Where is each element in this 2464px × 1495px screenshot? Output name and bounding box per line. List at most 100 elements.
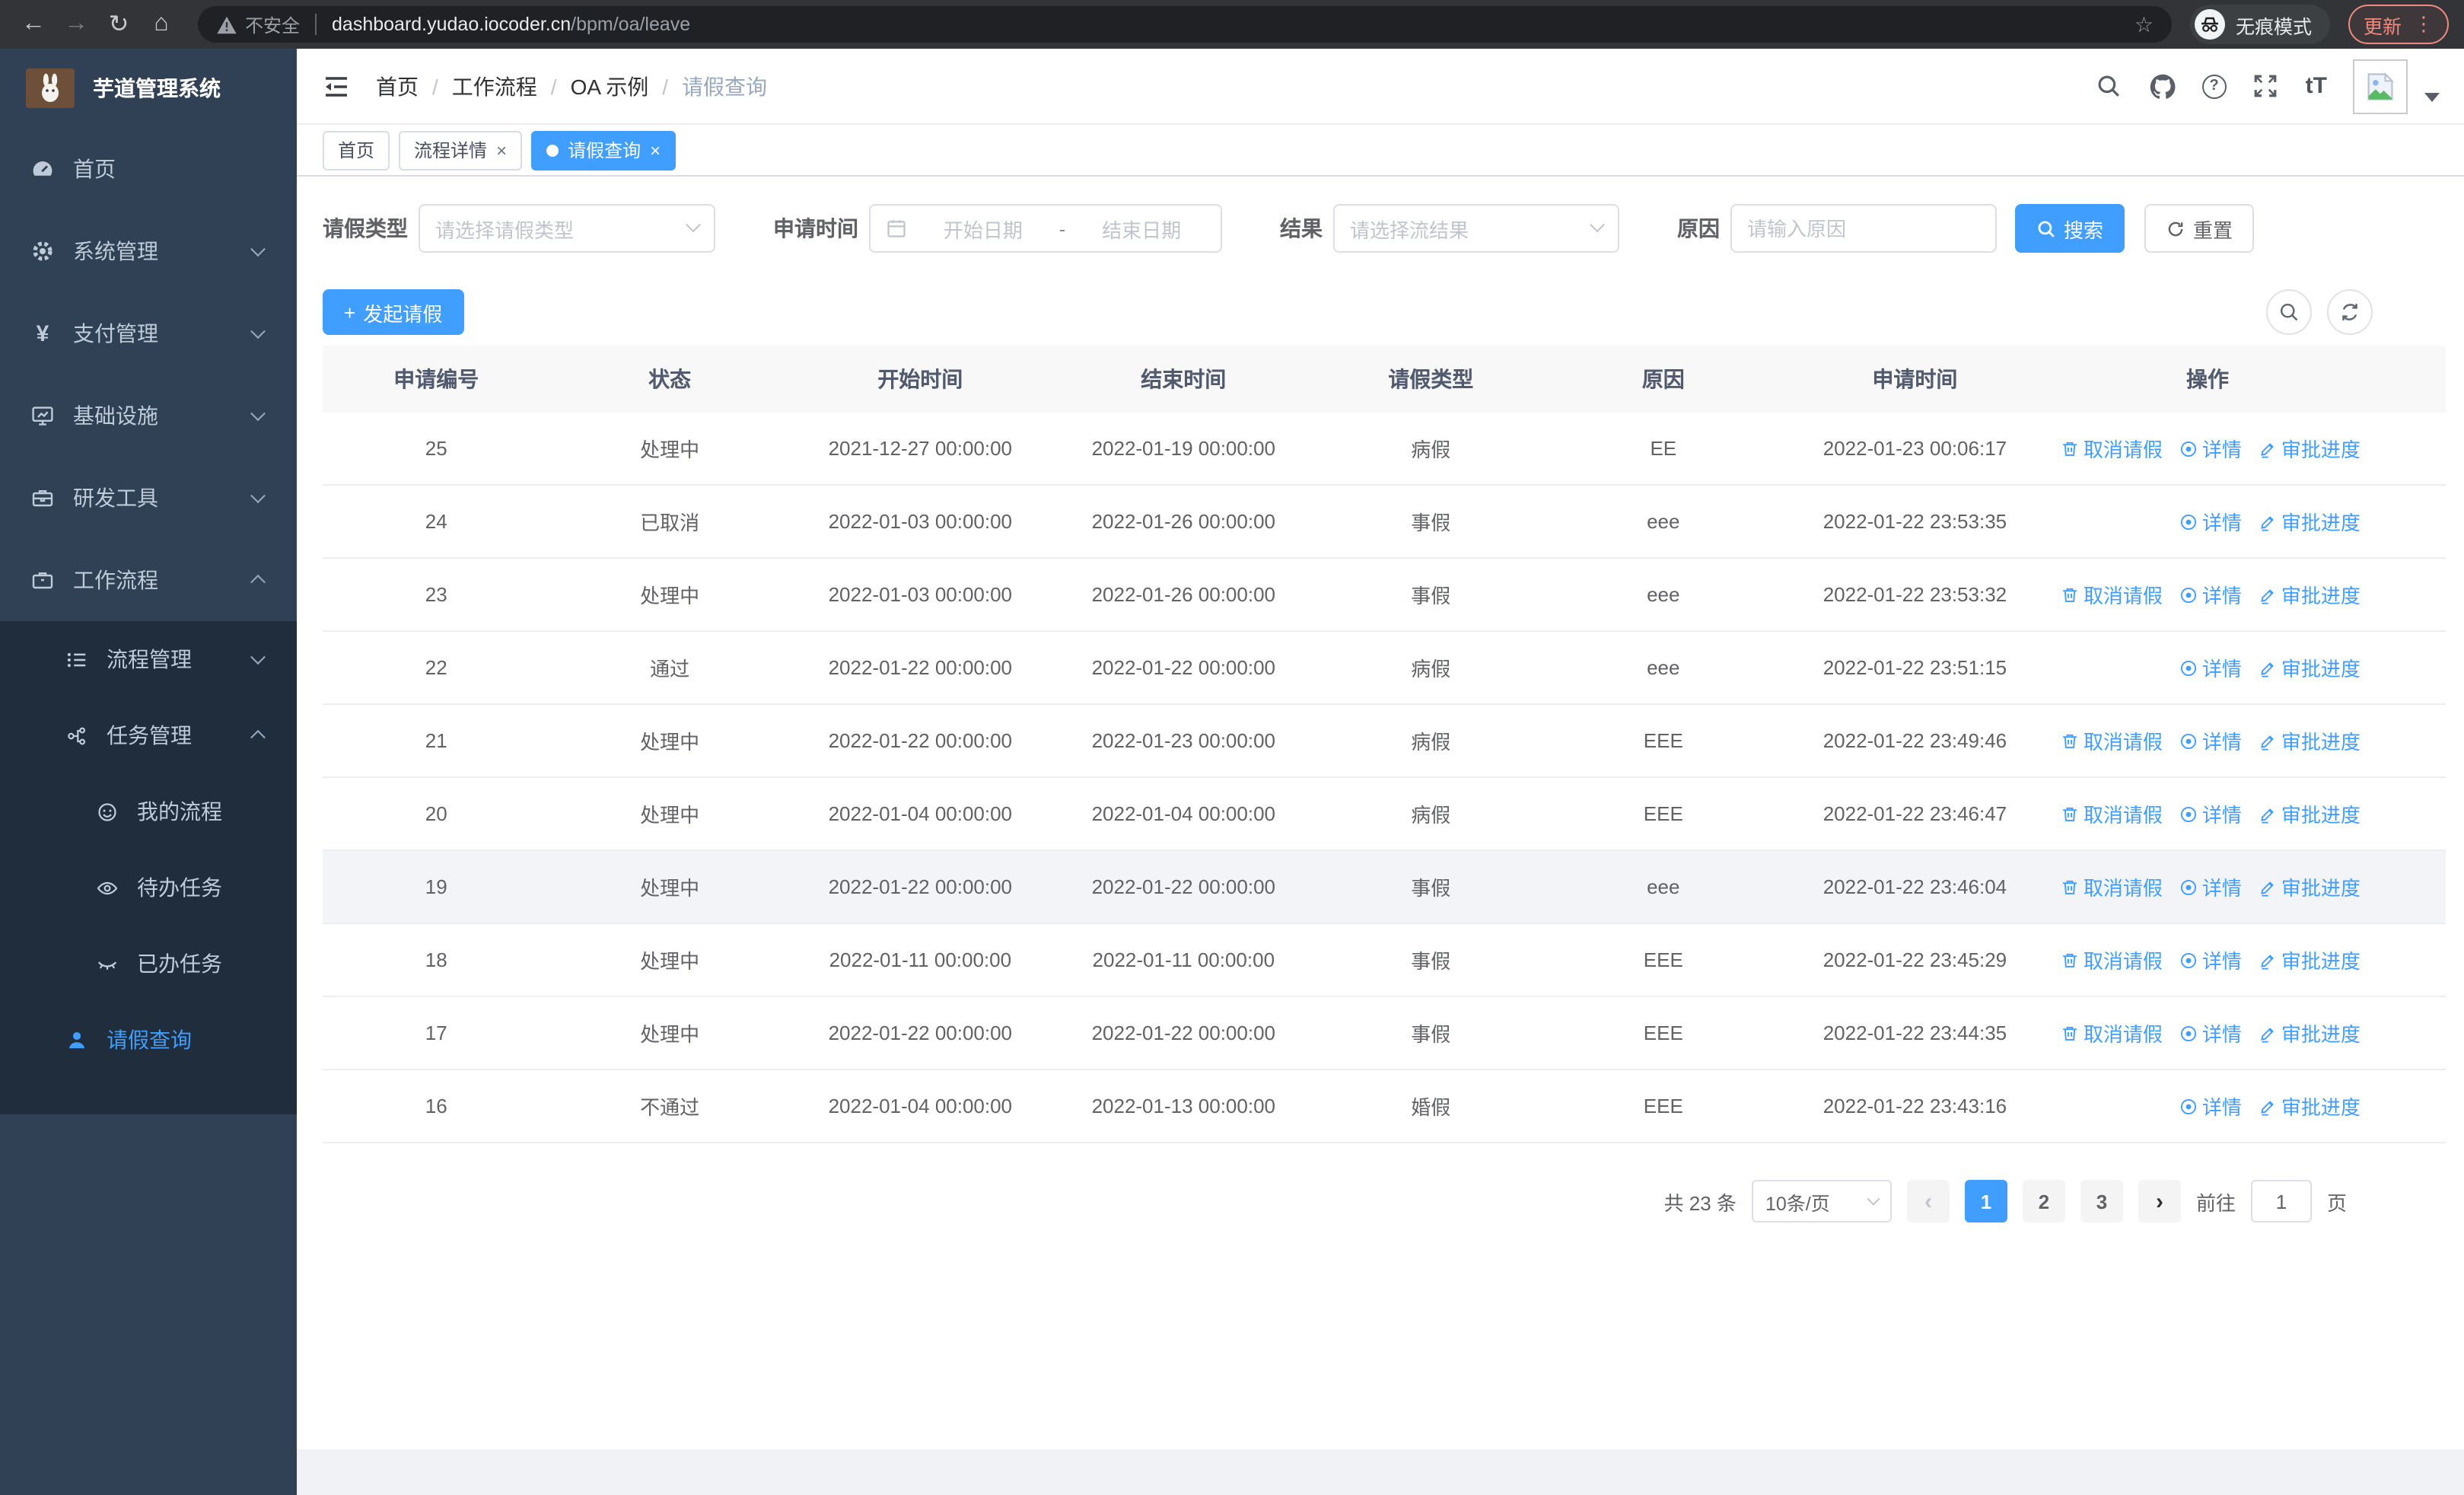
sidebar-item-devtools[interactable]: 研发工具 xyxy=(0,457,297,539)
next-page-button[interactable]: › xyxy=(2138,1180,2181,1222)
cancel-leave-link[interactable]: 取消请假 xyxy=(2061,580,2163,609)
table-row[interactable]: 17 处理中 2022-01-22 00:00:00 2022-01-22 00… xyxy=(323,997,2446,1070)
collapse-sidebar-icon[interactable] xyxy=(321,71,352,101)
cancel-leave-link[interactable]: 取消请假 xyxy=(2061,434,2163,463)
table-row[interactable]: 20 处理中 2022-01-04 00:00:00 2022-01-04 00… xyxy=(323,778,2446,851)
github-icon[interactable] xyxy=(2149,72,2176,100)
sidebar-item-my-process[interactable]: 我的流程 xyxy=(0,773,297,850)
goto-page-input[interactable] xyxy=(2250,1180,2312,1222)
detail-link[interactable]: 详情 xyxy=(2179,580,2242,609)
table-row[interactable]: 18 处理中 2022-01-11 00:00:00 2022-01-11 00… xyxy=(323,924,2446,997)
page-button-3[interactable]: 3 xyxy=(2080,1180,2123,1222)
leave-type-select[interactable]: 请选择请假类型 xyxy=(419,204,715,253)
breadcrumb-workflow[interactable]: 工作流程 xyxy=(452,71,537,101)
sidebar-item-task-mgmt[interactable]: 任务管理 xyxy=(0,697,297,773)
sidebar-item-home[interactable]: 首页 xyxy=(0,128,297,210)
bookmark-star-icon[interactable]: ☆ xyxy=(2135,11,2154,37)
approval-progress-link[interactable]: 审批进度 xyxy=(2259,434,2361,463)
detail-link[interactable]: 详情 xyxy=(2179,726,2242,755)
approval-progress-link[interactable]: 审批进度 xyxy=(2259,1092,2361,1120)
browser-menu-icon[interactable]: ⋮ xyxy=(2414,12,2434,37)
detail-link[interactable]: 详情 xyxy=(2179,653,2242,682)
back-icon[interactable]: ← xyxy=(15,6,52,43)
reset-button[interactable]: 重置 xyxy=(2144,204,2255,253)
help-icon[interactable]: ? xyxy=(2201,74,2227,98)
cancel-leave-link[interactable]: 取消请假 xyxy=(2061,726,2163,755)
tab-leave-query[interactable]: 请假查询 × xyxy=(531,130,676,170)
approval-progress-link[interactable]: 审批进度 xyxy=(2259,580,2361,609)
avatar-caret-icon[interactable] xyxy=(2424,92,2440,101)
search-button[interactable]: 搜索 xyxy=(2015,204,2125,253)
sidebar-item-workflow[interactable]: 工作流程 xyxy=(0,539,297,621)
detail-eye-icon xyxy=(2180,513,2196,530)
prev-page-button[interactable]: ‹ xyxy=(1906,1180,1950,1222)
sidebar-item-todo-tasks[interactable]: 待办任务 xyxy=(0,850,297,926)
sidebar-item-payment[interactable]: ¥ 支付管理 xyxy=(0,292,297,375)
approval-progress-link[interactable]: 审批进度 xyxy=(2259,799,2361,828)
result-select[interactable]: 请选择流结果 xyxy=(1333,204,1619,253)
home-icon[interactable]: ⌂ xyxy=(143,6,180,43)
page-button-1[interactable]: 1 xyxy=(1964,1180,2007,1222)
reason-input[interactable] xyxy=(1730,204,1997,253)
address-bar[interactable]: 不安全 dashboard.yudao.iocoder.cn/bpm/oa/le… xyxy=(198,6,2172,43)
page-button-2[interactable]: 2 xyxy=(2022,1180,2065,1222)
show-search-button[interactable] xyxy=(2266,289,2312,335)
tab-process-detail[interactable]: 流程详情 × xyxy=(399,130,523,170)
detail-link[interactable]: 详情 xyxy=(2179,872,2242,901)
font-size-icon[interactable]: tT xyxy=(2306,73,2327,99)
create-leave-button[interactable]: + 发起请假 xyxy=(323,289,464,335)
cancel-leave-link[interactable]: 取消请假 xyxy=(2061,799,2163,828)
detail-link[interactable]: 详情 xyxy=(2179,434,2242,463)
sidebar-item-label: 待办任务 xyxy=(137,875,222,900)
breadcrumb-home[interactable]: 首页 xyxy=(376,71,419,101)
app-logo-row[interactable]: 芋道管理系统 xyxy=(0,49,297,128)
approval-progress-link[interactable]: 审批进度 xyxy=(2259,726,2361,755)
cell-actions: 取消请假 详情 审批进度 xyxy=(2049,726,2446,755)
table-row[interactable]: 21 处理中 2022-01-22 00:00:00 2022-01-23 00… xyxy=(323,705,2446,778)
sidebar-item-leave-query[interactable]: 请假查询 xyxy=(0,1002,297,1078)
toolbox-icon xyxy=(30,486,55,510)
detail-link[interactable]: 详情 xyxy=(2179,507,2242,536)
pen-icon xyxy=(2261,954,2274,969)
avatar[interactable] xyxy=(2353,59,2408,113)
close-icon[interactable]: × xyxy=(650,139,661,161)
detail-link[interactable]: 详情 xyxy=(2179,1092,2242,1120)
table-row[interactable]: 19 处理中 2022-01-22 00:00:00 2022-01-22 00… xyxy=(323,851,2446,924)
forward-icon[interactable]: → xyxy=(58,6,94,43)
page-size-select[interactable]: 10条/页 xyxy=(1751,1180,1892,1222)
apply-time-range-picker[interactable]: 开始日期 - 结束日期 xyxy=(869,204,1222,253)
cell-apply-time: 2022-01-23 00:06:17 xyxy=(1823,437,2007,460)
reload-icon[interactable]: ↻ xyxy=(100,6,137,43)
fullscreen-icon[interactable] xyxy=(2252,72,2280,100)
table-row[interactable]: 23 处理中 2022-01-03 00:00:00 2022-01-26 00… xyxy=(323,559,2446,632)
search-icon[interactable] xyxy=(2096,72,2123,100)
sidebar-item-process-mgmt[interactable]: 流程管理 xyxy=(0,621,297,697)
update-button[interactable]: 更新 ⋮ xyxy=(2348,5,2449,44)
cell-actions: 取消请假 详情 审批进度 xyxy=(2049,580,2446,609)
table-row[interactable]: 22 通过 2022-01-22 00:00:00 2022-01-22 00:… xyxy=(323,632,2446,705)
tab-home[interactable]: 首页 xyxy=(323,130,390,170)
table-row[interactable]: 16 不通过 2022-01-04 00:00:00 2022-01-13 00… xyxy=(323,1070,2446,1143)
detail-link[interactable]: 详情 xyxy=(2179,945,2242,974)
table-row[interactable]: 24 已取消 2022-01-03 00:00:00 2022-01-26 00… xyxy=(323,486,2446,559)
approval-progress-link[interactable]: 审批进度 xyxy=(2259,1018,2361,1047)
cancel-leave-link[interactable]: 取消请假 xyxy=(2061,1018,2163,1047)
approval-progress-link[interactable]: 审批进度 xyxy=(2259,945,2361,974)
security-warning[interactable]: 不安全 xyxy=(216,11,300,37)
approval-progress-link[interactable]: 审批进度 xyxy=(2259,872,2361,901)
detail-link[interactable]: 详情 xyxy=(2179,799,2242,828)
refresh-table-button[interactable] xyxy=(2327,289,2373,335)
cancel-leave-link[interactable]: 取消请假 xyxy=(2061,945,2163,974)
detail-link[interactable]: 详情 xyxy=(2179,1018,2242,1047)
cancel-leave-link[interactable]: 取消请假 xyxy=(2061,872,2163,901)
sidebar-item-done-tasks[interactable]: 已办任务 xyxy=(0,926,297,1002)
sidebar-item-system[interactable]: 系统管理 xyxy=(0,210,297,292)
table-row[interactable]: 25 处理中 2021-12-27 00:00:00 2022-01-19 00… xyxy=(323,413,2446,486)
breadcrumb-oa-example[interactable]: OA 示例 xyxy=(571,71,649,101)
approval-progress-link[interactable]: 审批进度 xyxy=(2259,507,2361,536)
cell-start-time: 2022-01-22 00:00:00 xyxy=(828,875,1013,898)
close-icon[interactable]: × xyxy=(496,139,507,161)
approval-progress-link[interactable]: 审批进度 xyxy=(2259,653,2361,682)
sidebar-item-infrastructure[interactable]: 基础设施 xyxy=(0,375,297,457)
tab-label: 首页 xyxy=(338,140,375,161)
